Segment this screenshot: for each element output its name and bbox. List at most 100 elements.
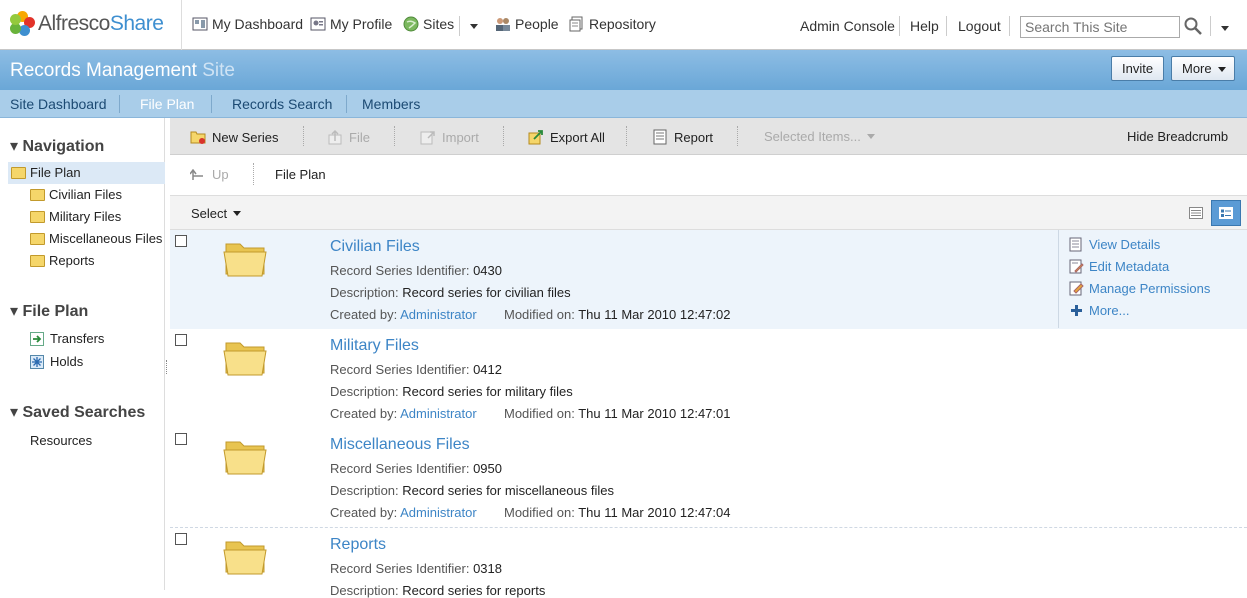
row-checkbox[interactable]	[175, 334, 187, 346]
fileplan-item-holds[interactable]: Holds	[30, 354, 83, 369]
record-series-title[interactable]: Miscellaneous Files	[330, 436, 470, 454]
folder-icon	[30, 254, 45, 267]
tree-item-military-files[interactable]: Military Files	[30, 209, 121, 224]
breadcrumb: Up File Plan	[170, 155, 1247, 196]
divider	[119, 95, 120, 113]
dashboard-icon	[192, 17, 208, 31]
list-item[interactable]: Civilian Files Record Series Identifier:…	[170, 230, 1247, 330]
record-created-by: Created by: Administrator	[330, 307, 477, 322]
alfresco-flower-icon	[10, 11, 36, 37]
edit-metadata-action[interactable]: Edit Metadata	[1069, 259, 1169, 274]
tab-file-plan[interactable]: File Plan	[140, 96, 194, 112]
hide-breadcrumb-link[interactable]: Hide Breadcrumb	[1127, 129, 1228, 144]
tab-members[interactable]: Members	[362, 96, 420, 112]
record-description: Description: Record series for miscellan…	[330, 483, 614, 498]
record-description: Description: Record series for civilian …	[330, 285, 571, 300]
search-options-dropdown-icon[interactable]	[1221, 26, 1229, 31]
profile-icon	[310, 17, 326, 31]
tab-records-search[interactable]: Records Search	[232, 96, 332, 112]
nav-my-profile[interactable]: My Profile	[310, 16, 392, 32]
people-icon	[496, 18, 510, 31]
folder-icon	[30, 188, 45, 201]
file-button[interactable]: File	[327, 129, 370, 145]
divider	[346, 95, 347, 113]
breadcrumb-current[interactable]: File Plan	[275, 167, 326, 182]
select-menu[interactable]: Select	[191, 206, 242, 221]
saved-search-resources[interactable]: Resources	[30, 433, 92, 448]
record-description: Description: Record series for reports	[330, 583, 546, 598]
nav-people[interactable]: People	[495, 16, 559, 32]
detailed-view-toggle[interactable]	[1211, 200, 1241, 226]
list-item[interactable]: Military Files Record Series Identifier:…	[170, 329, 1247, 429]
record-modified: Modified on: Thu 11 Mar 2010 12:47:01	[504, 406, 731, 421]
help-link[interactable]: Help	[910, 18, 939, 34]
divider	[1210, 16, 1211, 36]
creator-link[interactable]: Administrator	[400, 406, 477, 421]
chevron-down-icon	[233, 211, 242, 216]
admin-console-link[interactable]: Admin Console	[800, 18, 895, 34]
record-identifier: Record Series Identifier: 0950	[330, 461, 502, 476]
folder-icon	[223, 342, 267, 376]
row-checkbox[interactable]	[175, 533, 187, 545]
view-details-action[interactable]: View Details	[1069, 237, 1160, 252]
more-button[interactable]: More	[1171, 56, 1235, 81]
logout-link[interactable]: Logout	[958, 18, 1001, 34]
creator-link[interactable]: Administrator	[400, 505, 477, 520]
page-title: Records Management Site	[10, 60, 235, 81]
fileplan-item-transfers[interactable]: Transfers	[30, 331, 104, 346]
row-checkbox[interactable]	[175, 235, 187, 247]
up-button[interactable]: Up	[190, 167, 229, 182]
divider	[459, 16, 460, 36]
record-identifier: Record Series Identifier: 0412	[330, 362, 502, 377]
sidebar-resize-handle[interactable]	[166, 360, 168, 374]
export-all-button[interactable]: Export All	[528, 129, 605, 145]
holds-icon	[30, 354, 44, 369]
invite-button[interactable]: Invite	[1111, 56, 1165, 81]
list-item[interactable]: Miscellaneous Files Record Series Identi…	[170, 428, 1247, 528]
nav-repository[interactable]: Repository	[569, 16, 656, 32]
folder-icon	[30, 232, 45, 245]
tree-item-file-plan[interactable]: File Plan	[11, 165, 81, 180]
open-folder-icon	[11, 166, 26, 179]
tree-item-civilian-files[interactable]: Civilian Files	[30, 187, 122, 202]
sites-dropdown-icon[interactable]	[470, 24, 478, 29]
view-details-icon	[1069, 237, 1082, 252]
divider	[1009, 16, 1010, 36]
record-modified: Modified on: Thu 11 Mar 2010 12:47:02	[504, 307, 731, 322]
navigation-heading[interactable]: ▾ Navigation	[10, 136, 104, 156]
simple-view-toggle[interactable]	[1185, 203, 1207, 223]
new-folder-icon	[190, 131, 206, 144]
site-search-input[interactable]	[1020, 16, 1180, 38]
report-button[interactable]: Report	[652, 129, 713, 145]
up-arrow-icon	[190, 168, 203, 180]
row-checkbox[interactable]	[175, 433, 187, 445]
new-series-button[interactable]: New Series	[190, 129, 278, 145]
tree-item-miscellaneous-files[interactable]: Miscellaneous Files	[30, 231, 162, 246]
import-button[interactable]: Import	[420, 129, 479, 145]
selected-items-menu[interactable]: Selected Items...	[764, 129, 875, 144]
divider	[946, 16, 947, 36]
divider	[253, 163, 254, 185]
divider	[626, 126, 627, 146]
alfresco-logo[interactable]: AlfrescoShare	[10, 9, 164, 39]
tree-item-reports[interactable]: Reports	[30, 253, 95, 268]
search-icon[interactable]	[1184, 17, 1202, 35]
import-icon	[420, 131, 435, 145]
more-actions[interactable]: More...	[1069, 303, 1129, 318]
list-item[interactable]: Reports Record Series Identifier: 0318 D…	[170, 528, 1247, 598]
edit-metadata-icon	[1069, 259, 1084, 274]
record-series-title[interactable]: Reports	[330, 536, 386, 554]
nav-sites[interactable]: Sites	[403, 16, 454, 32]
report-icon	[653, 129, 667, 145]
saved-searches-heading[interactable]: ▾ Saved Searches	[10, 402, 145, 422]
creator-link[interactable]: Administrator	[400, 307, 477, 322]
record-series-title[interactable]: Civilian Files	[330, 238, 420, 256]
tab-site-dashboard[interactable]: Site Dashboard	[10, 96, 107, 112]
record-series-title[interactable]: Military Files	[330, 337, 419, 355]
divider	[394, 126, 395, 146]
folder-icon	[223, 243, 267, 277]
file-upload-icon	[328, 129, 342, 145]
nav-my-dashboard[interactable]: My Dashboard	[192, 16, 303, 32]
manage-permissions-action[interactable]: Manage Permissions	[1069, 281, 1210, 296]
fileplan-heading[interactable]: ▾ File Plan	[10, 301, 88, 321]
